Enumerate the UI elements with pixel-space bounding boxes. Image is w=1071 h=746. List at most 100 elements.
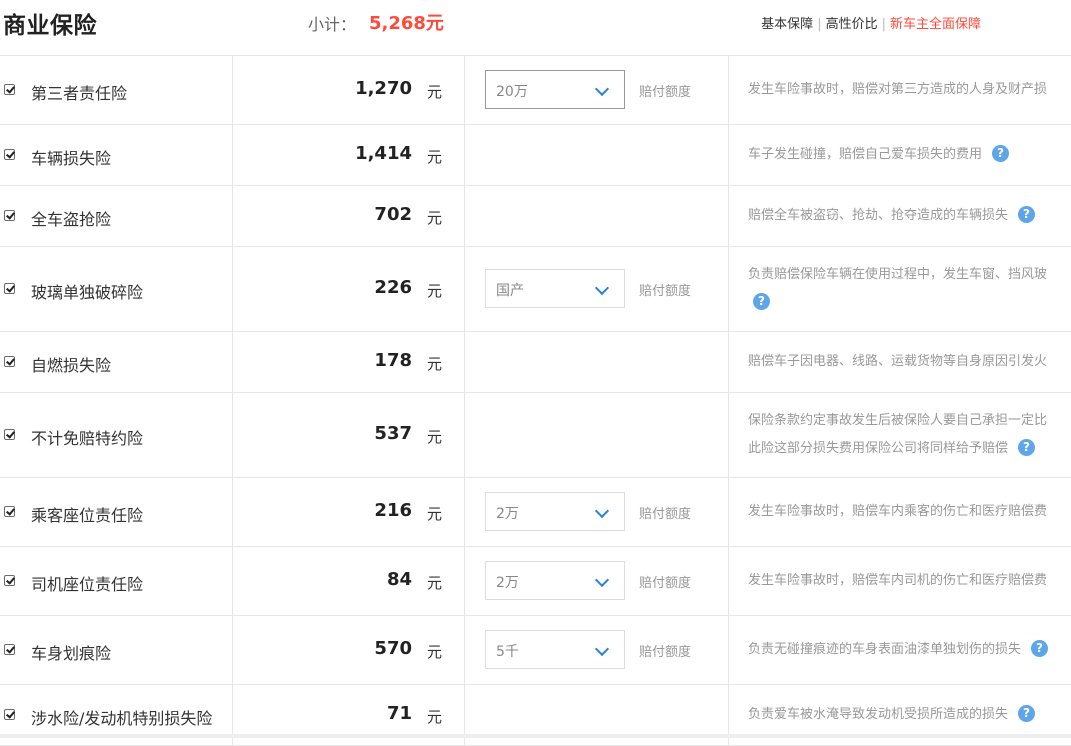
table-bottom-border [0, 734, 1071, 738]
subtotal-label: 小计： [308, 15, 357, 34]
column-divider [232, 186, 233, 246]
plan-link-basic[interactable]: 基本保障 [761, 17, 813, 32]
chevron-down-icon [594, 280, 610, 296]
description-text: 赔偿全车被盗窃、抢劫、抢夺造成的车辆损失 [748, 208, 1009, 223]
description-text: 负责爱车被水淹导致发动机受损所造成的损失 [748, 707, 1009, 722]
description-text: 发生车险事故时，赔偿车内司机的伤亡和医疗赔偿费 [748, 573, 1048, 588]
amount-select-label: 赔付额度 [639, 507, 692, 522]
amount-select[interactable]: 5千 [485, 630, 625, 669]
description-line: 赔偿全车被盗窃、抢劫、抢夺造成的车辆损失? [748, 202, 1071, 230]
description-text: 负责赔偿保险车辆在使用过程中，发生车窗、挡风玻 [748, 267, 1048, 282]
amount-select-value: 国产 [496, 283, 524, 299]
description-text: 此险这部分损失费用保险公司将同样给予赔偿 [748, 441, 1009, 456]
column-divider [728, 547, 729, 615]
coverage-description: 车子发生碰撞，赔偿自己爱车损失的费用? [748, 141, 1071, 169]
column-divider [232, 247, 233, 331]
column-divider [464, 125, 465, 185]
chevron-down-icon [594, 81, 610, 97]
coverage-checkbox[interactable] [4, 149, 15, 160]
amount-select-label: 赔付额度 [639, 284, 692, 299]
coverage-name: 玻璃单独破碎险 [31, 283, 144, 302]
table-row: 车身划痕险 570 元 5千 赔付额度 负责无碰撞痕迹的车身表面油漆单独划伤的损失? [0, 616, 1071, 685]
column-divider [232, 478, 233, 546]
table-row: 第三者责任险 1,270 元 20万 赔付额度 发生车险事故时，赔偿对第三方造成的人身及财… [0, 56, 1071, 125]
help-icon[interactable]: ? [1018, 705, 1036, 722]
help-icon[interactable]: ? [1031, 640, 1049, 657]
column-divider [728, 393, 729, 477]
amount-select-label: 赔付额度 [639, 85, 692, 100]
description-line: 负责赔偿保险车辆在使用过程中，发生车窗、挡风玻 [748, 261, 1071, 289]
column-divider [464, 393, 465, 477]
description-line: 发生车险事故时，赔偿对第三方造成的人身及财产损 [748, 76, 1071, 104]
description-line: 车子发生碰撞，赔偿自己爱车损失的费用? [748, 141, 1071, 169]
description-line: 保险条款约定事故发生后被保险人要自己承担一定比 [748, 407, 1071, 435]
column-divider [232, 393, 233, 477]
column-divider [728, 125, 729, 185]
coverage-description: 保险条款约定事故发生后被保险人要自己承担一定比 此险这部分损失费用保险公司将同样给… [748, 407, 1071, 463]
coverage-price: 570 [374, 638, 412, 659]
coverage-checkbox[interactable] [4, 84, 15, 95]
coverage-description: 负责爱车被水淹导致发动机受损所造成的损失? [748, 701, 1071, 729]
coverage-price: 226 [374, 277, 412, 298]
column-divider [728, 186, 729, 246]
price-unit: 元 [427, 643, 443, 661]
coverage-price: 702 [374, 204, 412, 225]
coverage-name: 涉水险/发动机特别损失险 [31, 709, 213, 728]
coverage-checkbox[interactable] [4, 356, 15, 367]
plan-link-full[interactable]: 新车主全面保障 [890, 17, 981, 32]
coverage-checkbox[interactable] [4, 283, 15, 294]
help-icon[interactable]: ? [992, 145, 1010, 162]
price-unit: 元 [427, 148, 443, 166]
coverage-price: 71 [386, 703, 412, 724]
help-icon[interactable]: ? [1018, 439, 1036, 456]
column-divider [232, 125, 233, 185]
plan-links: 基本保障 | 高性价比 | 新车主全面保障 [761, 13, 981, 32]
plan-link-value[interactable]: 高性价比 [826, 17, 878, 32]
table-row: 全车盗抢险 702 元 赔偿全车被盗窃、抢劫、抢夺造成的车辆损失? [0, 186, 1071, 247]
price-unit: 元 [427, 209, 443, 227]
description-text: 保险条款约定事故发生后被保险人要自己承担一定比 [748, 413, 1048, 428]
amount-select[interactable]: 2万 [485, 492, 625, 531]
column-divider [464, 332, 465, 392]
table-row: 乘客座位责任险 216 元 2万 赔付额度 发生车险事故时，赔偿车内乘客的伤亡和医疗赔偿费 [0, 478, 1071, 547]
amount-select[interactable]: 国产 [485, 269, 625, 308]
coverage-description: 赔偿全车被盗窃、抢劫、抢夺造成的车辆损失? [748, 202, 1071, 230]
insurance-table: 第三者责任险 1,270 元 20万 赔付额度 发生车险事故时，赔偿对第三方造成的人身及财… [0, 56, 1071, 746]
chevron-down-icon [594, 641, 610, 657]
coverage-price: 178 [374, 350, 412, 371]
amount-select-value: 2万 [496, 575, 519, 591]
help-icon[interactable]: ? [753, 293, 770, 310]
coverage-checkbox[interactable] [4, 429, 15, 440]
coverage-price: 216 [374, 500, 412, 521]
coverage-name: 自燃损失险 [31, 356, 112, 375]
help-icon[interactable]: ? [1018, 206, 1036, 223]
column-divider [232, 332, 233, 392]
price-unit: 元 [427, 428, 443, 446]
table-row: 司机座位责任险 84 元 2万 赔付额度 发生车险事故时，赔偿车内司机的伤亡和医疗赔偿费 [0, 547, 1071, 616]
amount-select-value: 5千 [496, 644, 519, 660]
coverage-checkbox[interactable] [4, 575, 15, 586]
coverage-description: 发生车险事故时，赔偿对第三方造成的人身及财产损 [748, 76, 1071, 104]
coverage-price: 84 [386, 569, 412, 590]
description-text: 发生车险事故时，赔偿对第三方造成的人身及财产损 [748, 82, 1048, 97]
description-text: 赔偿车子因电器、线路、运载货物等自身原因引发火 [748, 354, 1048, 369]
coverage-checkbox[interactable] [4, 709, 15, 720]
column-divider [728, 616, 729, 684]
amount-select[interactable]: 20万 [485, 70, 625, 109]
coverage-description: 负责赔偿保险车辆在使用过程中，发生车窗、挡风玻? [748, 261, 1071, 317]
subtotal-value: 5,268元 [369, 13, 444, 34]
description-line: 负责爱车被水淹导致发动机受损所造成的损失? [748, 701, 1071, 729]
amount-select[interactable]: 2万 [485, 561, 625, 600]
column-divider [232, 616, 233, 684]
column-divider [464, 547, 465, 615]
table-row: 玻璃单独破碎险 226 元 国产 赔付额度 负责赔偿保险车辆在使用过程中，发生车窗、挡风玻… [0, 247, 1071, 332]
chevron-down-icon [594, 503, 610, 519]
coverage-name: 第三者责任险 [31, 84, 128, 103]
coverage-checkbox[interactable] [4, 644, 15, 655]
column-divider [728, 247, 729, 331]
coverage-checkbox[interactable] [4, 210, 15, 221]
column-divider [464, 186, 465, 246]
coverage-checkbox[interactable] [4, 506, 15, 517]
column-divider [464, 616, 465, 684]
section-title: 商业保险 [3, 13, 97, 39]
